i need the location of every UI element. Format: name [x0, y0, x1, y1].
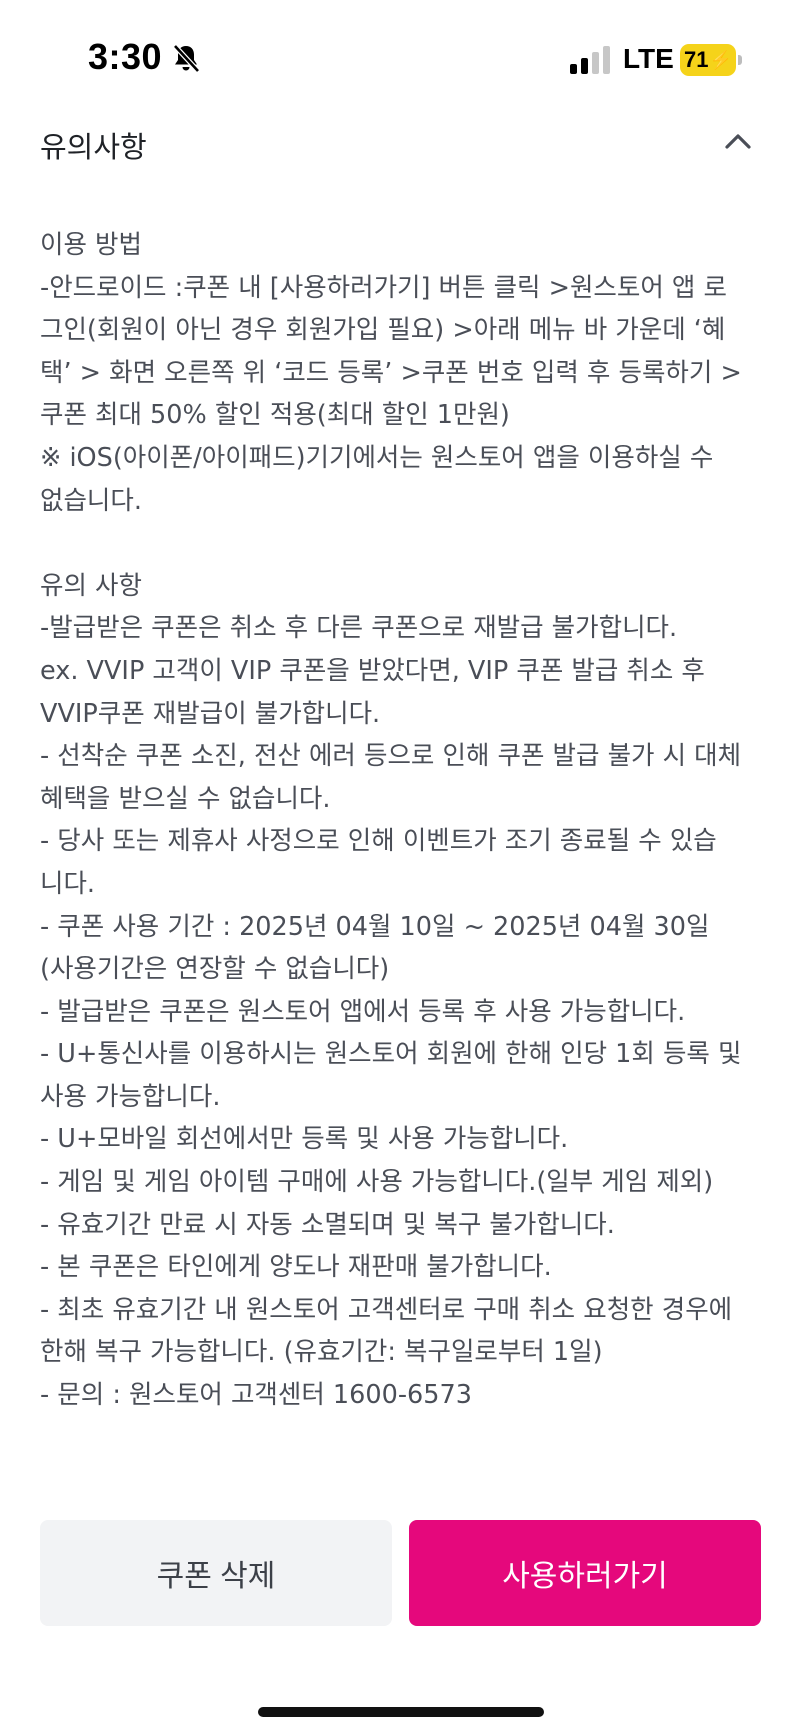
notice-line: -발급받은 쿠폰은 취소 후 다른 쿠폰으로 재발급 불가합니다. [40, 613, 678, 644]
notice-line: (사용기간은 연장할 수 없습니다) [40, 954, 390, 985]
notice-line: 없습니다. [40, 485, 142, 516]
notice-line: - 문의 : 원스토어 고객센터 1600-6573 [40, 1380, 472, 1411]
battery-charging-icon: 71 ⚡ [680, 44, 742, 76]
notice-line: 그인(회원이 아닌 경우 회원가입 필요) >아래 메뉴 바 가운데 ‘혜 [40, 315, 726, 346]
notice-line: ※ iOS(아이폰/아이패드)기기에서는 원스토어 앱을 이용하실 수 [40, 442, 714, 473]
home-indicator[interactable] [258, 1707, 544, 1717]
notice-line: - 당사 또는 제휴사 사정으로 인해 이벤트가 조기 종료될 수 있습 [40, 826, 717, 857]
notice-line: 유의 사항 [40, 570, 142, 601]
status-time: 3:30 [88, 36, 163, 77]
notice-line: 사용 가능합니다. [40, 1081, 221, 1112]
notice-spacer [40, 522, 760, 565]
notice-line: - U+모바일 회선에서만 등록 및 사용 가능합니다. [40, 1124, 569, 1155]
notice-line: - U+통신사를 이용하시는 원스토어 회원에 한해 인당 1회 등록 및 [40, 1039, 742, 1070]
network-label: LTE [623, 43, 674, 74]
notice-line: 혜택을 받으실 수 없습니다. [40, 783, 331, 814]
delete-coupon-button[interactable]: 쿠폰 삭제 [40, 1520, 392, 1626]
use-coupon-button[interactable]: 사용하러가기 [409, 1520, 761, 1626]
battery-level: 71 [684, 47, 709, 72]
bell-slash-icon [173, 44, 200, 73]
notice-line: 한해 복구 가능합니다. (유효기간: 복구일로부터 1일) [40, 1337, 603, 1368]
battery-body: 71 ⚡ [680, 44, 736, 76]
section-title: 유의사항 [40, 130, 147, 164]
notice-line: - 본 쿠폰은 타인에게 양도나 재판매 불가합니다. [40, 1252, 552, 1283]
notice-line: - 선착순 쿠폰 소진, 전산 에러 등으로 인해 쿠폰 발급 불가 시 대체 [40, 741, 742, 772]
notice-line: - 최초 유효기간 내 원스토어 고객센터로 구매 취소 요청한 경우에 [40, 1294, 733, 1325]
signal-icon [570, 46, 610, 74]
notice-body: 이용 방법 -안드로이드 :쿠폰 내 [사용하러가기] 버튼 클릭 >원스토어 앱… [40, 224, 760, 1417]
notice-line: 이용 방법 [40, 230, 142, 260]
battery-cap [738, 55, 742, 65]
notice-line: ex. VVIP 고객이 VIP 쿠폰을 받았다면, VIP 쿠폰 발급 취소 … [40, 655, 705, 686]
notice-section-header[interactable]: 유의사항 [40, 118, 760, 170]
notice-line: - 발급받은 쿠폰은 원스토어 앱에서 등록 후 사용 가능합니다. [40, 996, 686, 1027]
notice-line: 쿠폰 최대 50% 할인 적용(최대 할인 1만원) [40, 400, 510, 431]
notice-line: VVIP쿠폰 재발급이 불가합니다. [40, 698, 381, 729]
notice-line: -안드로이드 :쿠폰 내 [사용하러가기] 버튼 클릭 >원스토어 앱 로 [40, 272, 727, 303]
notice-line: 택’ > 화면 오른쪽 위 ‘코드 등록’ >쿠폰 번호 입력 후 등록하기 > [40, 357, 742, 388]
chevron-up-icon[interactable] [722, 128, 754, 152]
screen: 3:30 LTE 71 ⚡ 유의사항 이용 방법 -안드로이드 :쿠폰 내 [사용하… [0, 0, 800, 1734]
notice-line: - 유효기간 만료 시 자동 소멸되며 및 복구 불가합니다. [40, 1209, 615, 1240]
notice-line: - 쿠폰 사용 기간 : 2025년 04월 10일 ~ 2025년 04월 3… [40, 911, 710, 942]
bolt-icon: ⚡ [709, 49, 732, 70]
status-bar: 3:30 LTE 71 ⚡ [0, 0, 800, 108]
notice-line: 니다. [40, 868, 96, 899]
notice-line: - 게임 및 게임 아이템 구매에 사용 가능합니다.(일부 게임 제외) [40, 1167, 714, 1198]
